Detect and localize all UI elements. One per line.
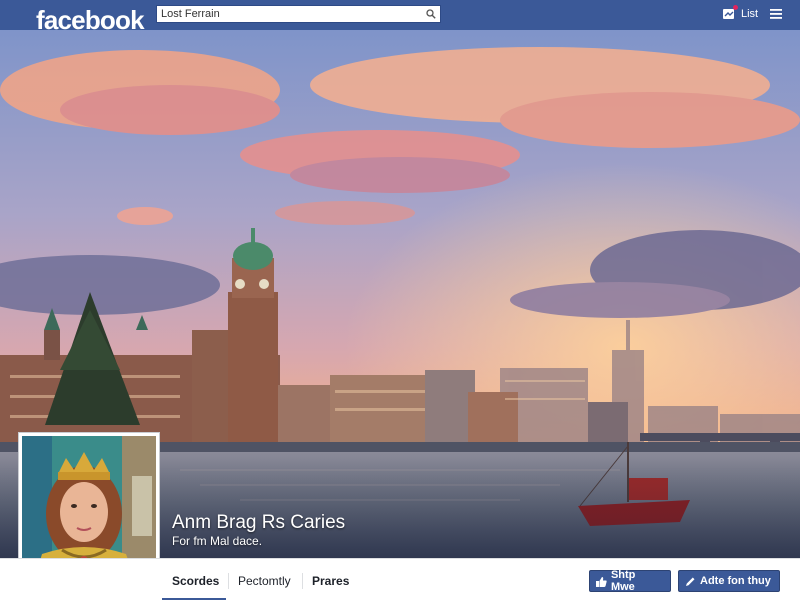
primary-action-label: Shtp Mwe — [610, 569, 636, 593]
search-box[interactable] — [156, 5, 441, 23]
edit-icon — [686, 577, 695, 586]
profile-nav-bar: Scordes Pectomtly Prares Shtp Mwe Adte f… — [0, 558, 800, 601]
notification-badge — [733, 5, 738, 10]
tab-pectomtly[interactable]: Pectomtly — [238, 574, 291, 588]
thumbs-up-icon — [596, 576, 607, 587]
search-icon[interactable] — [426, 9, 436, 19]
secondary-action-label: Adte fon thuy — [700, 575, 771, 587]
profile-subtitle: For fm Mal dace. — [172, 534, 263, 548]
tab-scordes[interactable]: Scordes — [172, 574, 219, 588]
search-input[interactable] — [157, 6, 426, 22]
top-bar: facebook List — [0, 0, 800, 34]
tab-divider — [302, 573, 303, 589]
profile-name: Anm Brag Rs Caries — [172, 512, 346, 533]
menu-icon[interactable] — [770, 9, 782, 19]
tab-prares[interactable]: Prares — [312, 574, 349, 588]
list-link[interactable]: List — [741, 8, 758, 20]
secondary-action-button[interactable]: Adte fon thuy — [678, 570, 780, 592]
primary-action-button[interactable]: Shtp Mwe — [589, 569, 671, 593]
tab-divider — [228, 573, 229, 589]
